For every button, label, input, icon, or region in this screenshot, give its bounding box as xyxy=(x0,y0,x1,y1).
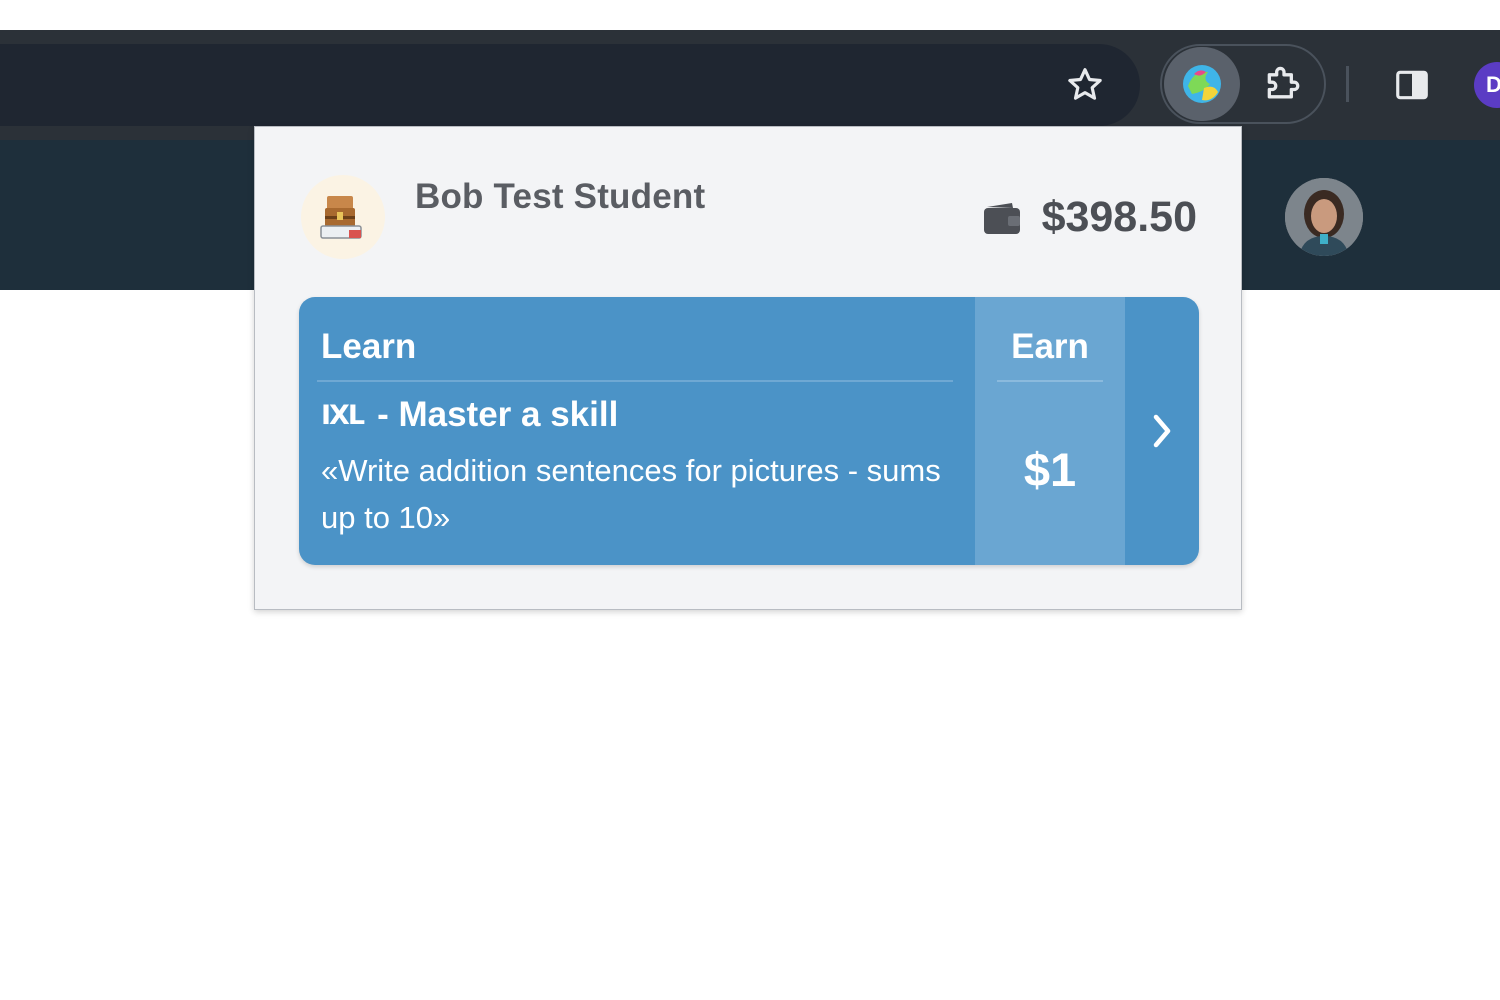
puzzle-icon xyxy=(1267,66,1300,99)
extensions-menu-button[interactable] xyxy=(1256,58,1312,110)
star-icon xyxy=(1068,68,1102,100)
extension-popup: Bob Test Student $398.50 Learn IXL - Mas… xyxy=(254,126,1242,610)
user-name: Bob Test Student xyxy=(415,177,706,216)
earn-label: Earn xyxy=(1011,327,1089,366)
learn-divider xyxy=(317,380,953,382)
skill-row: IXL - Master a skill xyxy=(321,395,618,435)
profile-initial: D xyxy=(1486,72,1500,97)
extension-colorful-icon xyxy=(1183,65,1221,103)
ixl-logo: IXL xyxy=(321,399,365,431)
side-panel-button[interactable] xyxy=(1386,60,1438,110)
open-task-arrow[interactable] xyxy=(1125,297,1199,565)
wallet-icon xyxy=(983,202,1020,234)
site-user-avatar[interactable] xyxy=(1285,178,1363,256)
user-photo-icon xyxy=(1285,178,1363,256)
balance-amount: $398.50 xyxy=(1041,193,1197,241)
bookmark-button[interactable] xyxy=(1060,60,1110,110)
extension-button[interactable] xyxy=(1164,47,1240,121)
toolbar-divider xyxy=(1346,66,1349,102)
learn-label: Learn xyxy=(321,327,417,366)
user-avatar xyxy=(301,175,385,259)
task-card[interactable]: Learn IXL - Master a skill «Write additi… xyxy=(299,297,1199,565)
reward-amount: $1 xyxy=(1023,443,1077,496)
treasure-chest-icon xyxy=(320,196,362,239)
earn-divider xyxy=(997,380,1103,382)
top-margin xyxy=(0,0,1500,30)
address-bar[interactable] xyxy=(0,44,1140,126)
learn-section: Learn IXL - Master a skill «Write additi… xyxy=(299,297,975,565)
wallet-balance: $398.50 xyxy=(982,193,1197,242)
skill-description: «Write addition sentences for pictures -… xyxy=(321,453,941,535)
earn-section: Earn $1 xyxy=(975,297,1125,565)
chevron-right-icon xyxy=(1153,414,1171,448)
skill-title: - Master a skill xyxy=(377,395,619,434)
side-panel-icon xyxy=(1396,70,1428,100)
